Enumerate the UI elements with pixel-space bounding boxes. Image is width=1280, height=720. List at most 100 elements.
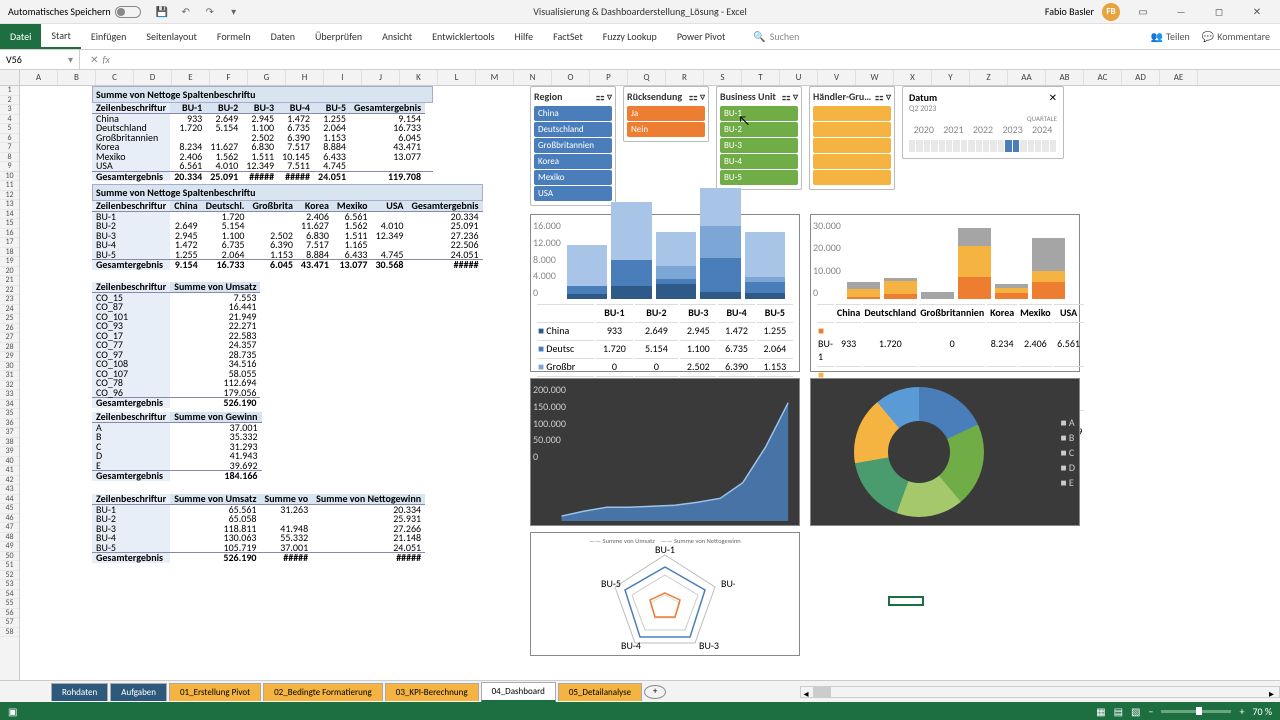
row-header[interactable]: 58 <box>0 628 19 638</box>
name-box[interactable]: V56▾ <box>0 50 80 69</box>
sheet-tab[interactable]: 05_Detailanalyse <box>558 683 642 701</box>
user-avatar[interactable]: FB <box>1102 3 1120 21</box>
slicer-item[interactable]: China <box>534 106 612 121</box>
sheet-tab[interactable]: Rohdaten <box>51 683 108 701</box>
slicer-item[interactable]: USA <box>534 186 612 201</box>
slicer-filter-icon[interactable]: ⚏ ▿ <box>596 90 612 103</box>
slicer-item[interactable] <box>813 154 891 169</box>
zoom-out-icon[interactable]: − <box>1148 705 1153 718</box>
sheet-tab[interactable]: 02_Bedingte Formatierung <box>263 683 383 701</box>
tab-factset[interactable]: FactSet <box>543 24 593 49</box>
ribbon-mode-icon[interactable]: ▭ <box>1128 3 1158 21</box>
view-layout-icon[interactable]: ▤ <box>1114 705 1123 718</box>
pivot-table-4[interactable]: ZeilenbeschrifturSumme von GewinnA37.001… <box>92 412 262 481</box>
column-header[interactable]: P <box>590 70 628 85</box>
slicer-filter-icon[interactable]: ⚏ ▿ <box>782 90 798 103</box>
slicer-item[interactable]: BU-4 <box>720 154 798 169</box>
slicer-item[interactable] <box>813 106 891 121</box>
save-icon[interactable]: 💾 <box>155 5 169 19</box>
slicer-item[interactable]: Großbritannien <box>534 138 612 153</box>
column-header[interactable]: R <box>666 70 704 85</box>
chart-radar[interactable]: —— Summe von Umsatz —— Summe von Nettoge… <box>530 532 800 656</box>
undo-icon[interactable]: ↶ <box>179 5 193 19</box>
pivot-table-1[interactable]: Summe von Nettoge Spaltenbeschriftu Zeil… <box>92 86 433 181</box>
column-header[interactable]: W <box>856 70 894 85</box>
pivot-table-3[interactable]: ZeilenbeschrifturSumme von UmsatzCO_157.… <box>92 282 260 408</box>
slicer-ruecksendung[interactable]: Rücksendung⚏ ▿ JaNein <box>623 86 709 142</box>
zoom-level[interactable]: 70 % <box>1252 705 1272 718</box>
share-button[interactable]: 👥Teilen <box>1151 30 1190 43</box>
sheet-tab[interactable]: 01_Erstellung Pivot <box>169 683 261 701</box>
column-header[interactable]: N <box>514 70 552 85</box>
slicer-region[interactable]: Region⚏ ▿ ChinaDeutschlandGroßbritannien… <box>530 86 616 206</box>
column-header[interactable]: G <box>248 70 286 85</box>
slicer-haendler[interactable]: Händler-Gru…⚏ ▿ <box>809 86 895 190</box>
add-sheet-button[interactable]: + <box>644 685 666 699</box>
slicer-business-unit[interactable]: Business Unit⚏ ▿ BU-1BU-2BU-3BU-4BU-5 <box>716 86 802 190</box>
column-header[interactable]: AE <box>1160 70 1198 85</box>
tab-developer[interactable]: Entwicklertools <box>422 24 504 49</box>
close-icon[interactable]: ✕ <box>1242 3 1272 21</box>
fx-icon[interactable]: fx <box>103 53 110 66</box>
slicer-item[interactable]: Deutschland <box>534 122 612 137</box>
pivot-table-2[interactable]: Summe von Nettoge Spaltenbeschriftu Zeil… <box>92 184 483 270</box>
column-header[interactable]: L <box>438 70 476 85</box>
column-header[interactable]: Y <box>932 70 970 85</box>
sheet-tab[interactable]: Aufgaben <box>110 683 167 701</box>
column-header[interactable]: A <box>20 70 58 85</box>
tab-formulas[interactable]: Formeln <box>207 24 261 49</box>
column-header[interactable]: H <box>286 70 324 85</box>
column-header[interactable]: D <box>134 70 172 85</box>
slicer-item[interactable] <box>813 170 891 185</box>
sheet-tab[interactable]: 03_KPI-Berechnung <box>385 683 479 701</box>
tab-fuzzy[interactable]: Fuzzy Lookup <box>593 24 667 49</box>
tab-file[interactable]: Datei <box>0 24 41 49</box>
column-header[interactable]: S <box>704 70 742 85</box>
column-header[interactable]: V <box>818 70 856 85</box>
search-box[interactable]: 🔍 Suchen <box>753 24 799 49</box>
slicer-filter-icon[interactable]: ⚏ ▿ <box>689 90 705 103</box>
slicer-item[interactable]: Korea <box>534 154 612 169</box>
column-header[interactable]: F <box>210 70 248 85</box>
chart-stacked-bu[interactable]: 16.00012.0008.0004.0000 BU-1BU-2BU-3BU-4… <box>530 214 800 372</box>
slicer-item[interactable]: BU-5 <box>720 170 798 185</box>
timeline-slicer[interactable]: Datum✕ Q2 2023 QUARTALE 2020202120222023… <box>902 86 1064 159</box>
redo-icon[interactable]: ↷ <box>203 5 217 19</box>
customize-icon[interactable]: ▾ <box>227 5 241 19</box>
zoom-slider[interactable] <box>1161 710 1231 713</box>
column-header[interactable]: J <box>362 70 400 85</box>
chart-area-umsatz[interactable]: 200.000150.000100.00050.0000 <box>530 378 800 526</box>
column-header[interactable]: E <box>172 70 210 85</box>
slicer-item[interactable] <box>813 138 891 153</box>
chart-donut-gewinn[interactable]: ■ A■ B■ C■ D■ E <box>810 378 1080 526</box>
slicer-item[interactable]: BU-1 <box>720 106 798 121</box>
column-header[interactable]: O <box>552 70 590 85</box>
horizontal-scrollbar[interactable]: ◂▸ <box>800 686 1280 698</box>
slicer-item[interactable]: Mexiko <box>534 170 612 185</box>
tab-data[interactable]: Daten <box>261 24 305 49</box>
column-header[interactable]: T <box>742 70 780 85</box>
column-header[interactable]: K <box>400 70 438 85</box>
select-all-corner[interactable] <box>0 70 20 85</box>
column-header[interactable]: X <box>894 70 932 85</box>
column-header[interactable]: B <box>58 70 96 85</box>
column-header[interactable]: Q <box>628 70 666 85</box>
cancel-fx-icon[interactable]: ✕ <box>90 53 98 66</box>
zoom-in-icon[interactable]: + <box>1239 705 1244 718</box>
active-cell[interactable] <box>888 596 924 606</box>
column-header[interactable]: Z <box>970 70 1008 85</box>
comments-button[interactable]: 💬Kommentare <box>1202 30 1270 43</box>
view-break-icon[interactable]: ▧ <box>1131 705 1140 718</box>
slicer-item[interactable] <box>813 122 891 137</box>
column-header[interactable]: M <box>476 70 514 85</box>
record-macro-icon[interactable]: ▣ <box>8 705 17 718</box>
column-header[interactable]: AB <box>1046 70 1084 85</box>
timeline-clear-icon[interactable]: ✕ <box>1049 91 1057 104</box>
column-header[interactable]: AA <box>1008 70 1046 85</box>
column-header[interactable]: C <box>96 70 134 85</box>
slicer-item[interactable]: Ja <box>627 106 705 121</box>
slicer-item[interactable]: Nein <box>627 122 705 137</box>
autosave-toggle[interactable]: Automatisches Speichern <box>8 5 141 18</box>
tab-help[interactable]: Hilfe <box>505 24 544 49</box>
column-header[interactable]: U <box>780 70 818 85</box>
